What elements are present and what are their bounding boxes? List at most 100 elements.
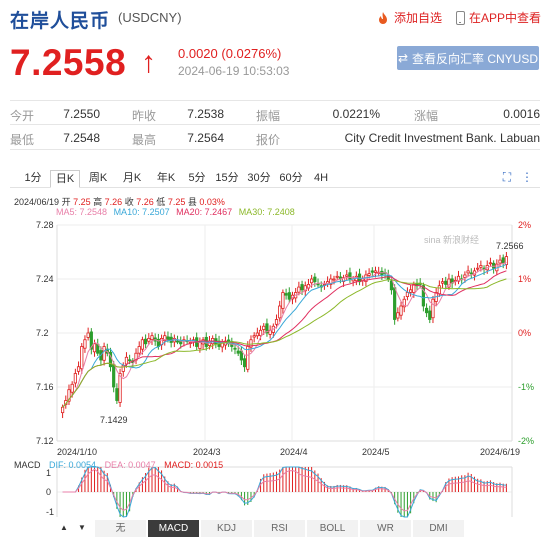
dea-legend: DEA: 0.0047 bbox=[104, 460, 156, 470]
ohlc-amp: 0.03% bbox=[199, 197, 225, 207]
tab-period[interactable]: 60分 bbox=[276, 170, 306, 188]
tab-indicator[interactable]: WR bbox=[360, 520, 412, 537]
tab-period[interactable]: 周K bbox=[82, 170, 114, 188]
tab-indicator[interactable]: RSI bbox=[254, 520, 306, 537]
page-title: 在岸人民币 bbox=[10, 11, 111, 32]
macd-legend: MACD DIF: 0.0054 DEA: 0.0047 MACD: 0.001… bbox=[14, 460, 229, 470]
price-change: 0.0020 (0.0276%) bbox=[178, 46, 282, 61]
candle-body bbox=[437, 285, 441, 295]
tab-period[interactable]: 30分 bbox=[244, 170, 274, 188]
open-in-app-label: 在APP中查看 bbox=[469, 11, 542, 25]
stat-label: 涨幅 bbox=[414, 109, 439, 123]
settings-icon[interactable]: ⋮ bbox=[520, 170, 534, 184]
stats-table: 今开 7.2550 昨收 7.2538 振幅 0.0221% 涨幅 0.0016… bbox=[10, 100, 540, 150]
tab-indicator[interactable]: MACD bbox=[148, 520, 200, 537]
candle-body bbox=[242, 358, 247, 368]
candle-body bbox=[60, 406, 65, 414]
x-axis: 2024/1/10 2024/3 2024/4 2024/5 2024/6/19 bbox=[57, 447, 520, 457]
pct-tick-label: -2% bbox=[518, 436, 534, 446]
tab-period[interactable]: 4H bbox=[308, 170, 334, 188]
current-price: 7.2558 bbox=[10, 42, 127, 83]
tab-period[interactable]: 日K bbox=[50, 170, 80, 188]
open-in-app-button[interactable]: 在APP中查看 bbox=[456, 9, 541, 26]
quote-time: 2024-06-19 10:53:03 bbox=[178, 64, 290, 78]
add-favorite-button[interactable]: 添加自选 bbox=[376, 9, 442, 26]
stat-value: 7.2548 bbox=[63, 131, 100, 145]
stat-label: 今开 bbox=[10, 109, 35, 123]
candle-body bbox=[80, 346, 84, 370]
candle-body bbox=[70, 383, 74, 393]
stat-label: 报价 bbox=[256, 133, 281, 147]
candle-body bbox=[373, 270, 378, 273]
ohlc-close: 7.26 bbox=[136, 197, 154, 207]
macd-panel: 10-1 bbox=[46, 466, 513, 518]
candle-body bbox=[504, 256, 509, 265]
macd-tick-label: 0 bbox=[46, 487, 51, 497]
candle-body bbox=[112, 363, 116, 388]
macd-title: MACD bbox=[14, 460, 41, 470]
add-favorite-label: 添加自选 bbox=[394, 11, 443, 25]
stat-value: 7.2564 bbox=[187, 131, 224, 145]
stat-value: City Credit Investment Bank. Labuan bbox=[344, 131, 540, 145]
candle-body bbox=[421, 285, 425, 307]
candle-body bbox=[345, 274, 349, 277]
macd-tick-label: -1 bbox=[46, 507, 54, 517]
candle-body bbox=[233, 347, 237, 350]
tab-indicator[interactable]: 无 bbox=[95, 520, 147, 537]
candle-body bbox=[118, 373, 122, 403]
candle-body bbox=[463, 274, 467, 278]
fire-icon bbox=[379, 11, 387, 24]
tab-indicator[interactable]: DMI bbox=[413, 520, 465, 537]
candle-body bbox=[255, 332, 259, 337]
period-tabs: 1分 日K 周K 月K 年K 5分 15分 30分 60分 4H ⛶ ⋮ bbox=[10, 168, 540, 188]
ohlc-close-label: 收 bbox=[124, 197, 134, 207]
candle-body bbox=[278, 305, 282, 319]
min-annotation: 7.1429 bbox=[100, 415, 128, 425]
max-annotation: 7.2566 bbox=[496, 241, 524, 251]
tab-indicator[interactable]: BOLL bbox=[307, 520, 359, 537]
ohlc-open-label: 开 bbox=[61, 197, 71, 207]
currency-code: (USDCNY) bbox=[118, 10, 182, 25]
fullscreen-icon[interactable]: ⛶ bbox=[500, 170, 514, 184]
candle-body bbox=[252, 335, 256, 338]
stat-value: 0.0016 bbox=[503, 107, 540, 121]
candle-body bbox=[367, 273, 371, 276]
y-tick-label: 7.24 bbox=[36, 274, 54, 284]
candle-body bbox=[399, 305, 403, 316]
ohlc-low-label: 低 bbox=[156, 197, 166, 207]
tab-period[interactable]: 15分 bbox=[212, 170, 242, 188]
candle-body bbox=[175, 340, 180, 343]
candle-body bbox=[262, 325, 266, 330]
candle-body bbox=[236, 350, 240, 354]
candle-body bbox=[73, 373, 77, 384]
candle-body bbox=[488, 262, 493, 265]
candle-body bbox=[479, 265, 483, 268]
tab-indicator[interactable]: KDJ bbox=[201, 520, 253, 537]
candle-body bbox=[476, 267, 480, 270]
pct-tick-label: 0% bbox=[518, 328, 531, 338]
tab-period[interactable]: 1分 bbox=[18, 170, 48, 188]
stat-value: 7.2550 bbox=[63, 107, 100, 121]
tab-period[interactable]: 年K bbox=[150, 170, 182, 188]
tab-period[interactable]: 月K bbox=[116, 170, 148, 188]
ohlc-high: 7.26 bbox=[104, 197, 123, 207]
candle-body bbox=[147, 338, 151, 342]
candle-body bbox=[140, 339, 145, 350]
candle-body bbox=[83, 339, 87, 349]
stat-label: 最高 bbox=[132, 133, 157, 147]
y-tick-label: 7.12 bbox=[36, 436, 54, 446]
candle-body bbox=[92, 343, 97, 353]
kline-chart[interactable]: sina 新浪财经 7.28 2% 7.24 1% 7.2 0% 7.16 -1% 7.12 -2… bbox=[0, 215, 550, 520]
ohlc-low: 7.25 bbox=[167, 197, 186, 207]
ohlc-open: 7.25 bbox=[73, 197, 91, 207]
candle-body bbox=[300, 284, 304, 291]
tab-period[interactable]: 5分 bbox=[184, 170, 210, 188]
stat-value: 0.0221% bbox=[332, 107, 380, 121]
x-tick-label: 2024/4 bbox=[280, 447, 308, 457]
candle-body bbox=[440, 281, 445, 284]
ohlc-high-label: 高 bbox=[93, 197, 103, 207]
stat-label: 昨收 bbox=[132, 109, 157, 123]
candle-body bbox=[501, 257, 505, 264]
reverse-rate-button[interactable]: ⇄ 查看反向汇率 CNYUSD bbox=[397, 46, 539, 70]
candle-body bbox=[316, 283, 320, 286]
